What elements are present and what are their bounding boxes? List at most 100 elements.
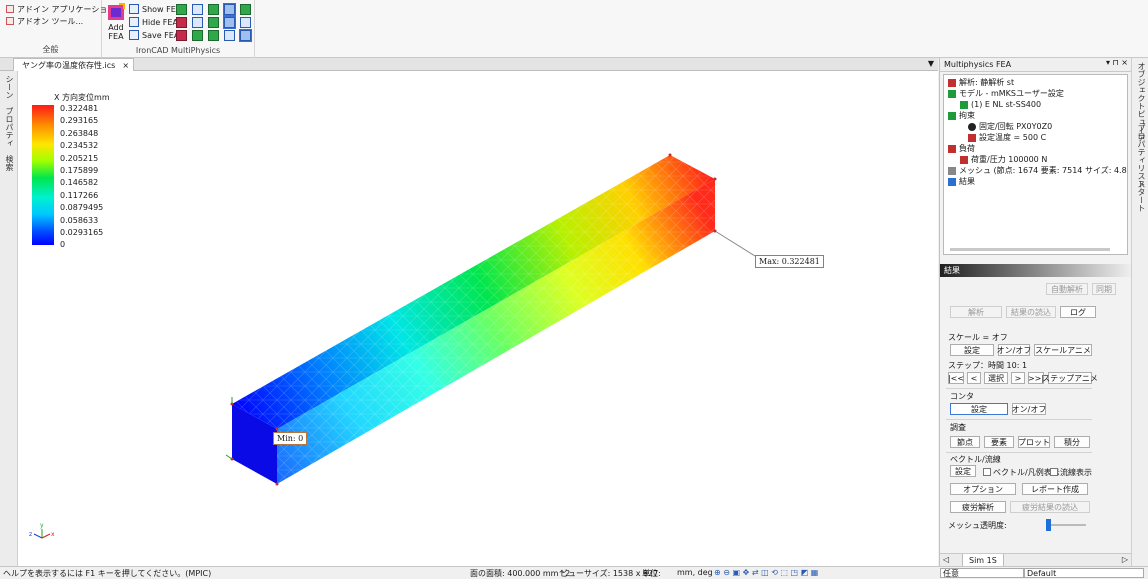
3d-viewport[interactable]: x y z [18,71,938,567]
fea-tool-icon[interactable] [176,17,187,28]
chevron-down-icon[interactable]: ▼ [928,59,934,68]
legend-value: 0.293165 [60,116,99,126]
tree-scrollbar[interactable] [950,248,1110,251]
fatigue-read-button[interactable]: 疲労結果の読込 [1010,501,1090,513]
probe-plot-button[interactable]: プロット [1018,436,1050,448]
properties-tab[interactable]: プロパティ [4,107,15,147]
tree-node-mesh[interactable]: メッシュ (節点: 1674 要素: 7514 サイズ: 4.8) mm [948,165,1127,176]
tree-node-loads[interactable]: 負荷 [948,143,975,154]
load-icon [948,144,956,153]
hide-fea-icon [129,17,139,27]
checkbox-icon [983,468,991,476]
scale-set-button[interactable]: 設定 [950,344,994,356]
axis-x-line [41,533,51,539]
probe-element-button[interactable]: 要素 [984,436,1014,448]
fea-tool-icon[interactable] [208,17,219,28]
probe-node-button[interactable]: 節点 [950,436,980,448]
scene-tab[interactable]: シーン [4,75,15,99]
left-dock-strip: シーン プロパティ 検索 [0,71,18,567]
option-button[interactable]: オプション [950,483,1016,495]
legend-value: 0.263848 [60,128,99,138]
show-fea-button[interactable]: Show FEA [129,3,181,15]
tree-node-temperature[interactable]: 設定温度 = 500 C [968,132,1046,143]
fea-tool-icon[interactable] [192,30,203,41]
streamline-checkbox[interactable]: 流線表示 [1050,467,1092,478]
mesh-transparency-track[interactable] [1046,524,1086,526]
analyze-button[interactable]: 解析 [950,306,1002,318]
vector-legend-checkbox[interactable]: ベクトル/凡例表示 [983,467,1060,478]
tree-node-part[interactable]: (1) E NL st-SS400 [960,99,1041,110]
mesh-node-marker [713,177,717,181]
tree-node-model[interactable]: モデル - mMKSユーザー設定 [948,88,1064,99]
contour-set-button[interactable]: 設定 [950,403,1008,415]
vector-label: ベクトル/流線 [950,455,1001,464]
document-tab[interactable]: ヤング率の温度依存性.ics × [13,58,135,71]
tree-node-fixed[interactable]: 固定/回転 PX0Y0Z0 [968,121,1052,132]
step-anime-button[interactable]: ステップアニメ [1042,372,1098,384]
select-mode-dropdown[interactable]: 任意 [940,568,1024,578]
step-prev-button[interactable]: < [967,372,981,384]
fatigue-analysis-button[interactable]: 疲労解析 [950,501,1006,513]
part-icon [960,100,968,109]
tree-node-constraints[interactable]: 拘束 [948,110,975,121]
addon-tools-item[interactable]: アドオン ツール... [6,15,83,27]
step-select-button[interactable]: 選択 [984,372,1008,384]
sync-button[interactable]: 同期 [1092,283,1116,295]
axis-z-line [33,533,43,539]
fea-tool-icon[interactable] [192,17,203,28]
status-toolbar-icons[interactable]: ⊕ ⊖ ▣ ✥ ⇄ ◫ ⟲ ⬚ ◳ ◩ ▦ [714,568,818,577]
fea-tree[interactable]: 解析: 静解析 st モデル - mMKSユーザー設定 (1) E NL st-… [943,74,1128,255]
fea-tool-icon[interactable] [223,16,236,29]
log-button[interactable]: ログ [1060,306,1096,318]
panel-header-buttons[interactable]: ▾ ⊓ × [1106,58,1128,67]
fea-tool-icon[interactable] [239,29,252,42]
legend-value: 0.117266 [60,190,99,200]
addon-icon [6,17,14,25]
auto-analysis-button[interactable]: 自動解析 [1046,283,1088,295]
fixed-icon [968,122,976,131]
mesh-node-marker [275,482,279,486]
read-results-button[interactable]: 結果の読込 [1006,306,1056,318]
start-tab[interactable]: スタート [1136,180,1147,212]
tab-scroll-left-icon[interactable]: ◁ [943,555,949,564]
scale-on-off-button[interactable]: オン/オフ [997,344,1031,356]
fea-tool-icon[interactable] [224,30,235,41]
addin-icon [6,5,14,13]
tree-node-results[interactable]: 結果 [948,176,975,187]
fea-tool-icon[interactable] [208,30,219,41]
hide-fea-button[interactable]: Hide FEA [129,16,178,28]
fea-tool-icon[interactable] [223,3,236,16]
search-tab[interactable]: 検索 [4,155,15,171]
fea-tool-icon[interactable] [208,4,219,15]
tab-scroll-right-icon[interactable]: ▷ [1122,555,1128,564]
panel-bottom-tabs: ◁ Sim 1S ▷ [940,553,1132,567]
fea-tool-icon[interactable] [240,4,251,15]
tree-node-load-item[interactable]: 荷重/圧力 100000 N [960,154,1047,165]
property-list-tab[interactable]: プロパティリスト [1136,124,1147,188]
tree-node-analysis[interactable]: 解析: 静解析 st [948,77,1014,88]
vector-set-button[interactable]: 設定 [950,465,976,477]
fea-tool-icon[interactable] [192,4,203,15]
report-button[interactable]: レポート作成 [1022,483,1088,495]
default-dropdown[interactable]: Default [1024,568,1144,578]
probe-integrate-button[interactable]: 積分 [1054,436,1090,448]
close-icon[interactable]: × [122,61,129,70]
mesh-transparency-label: メッシュ透明度: [948,521,1007,530]
scale-anime-button[interactable]: スケールアニメ [1034,344,1092,356]
fea-tool-icon[interactable] [240,17,251,28]
beam-top-mesh [232,155,715,429]
document-tab-title: ヤング率の温度依存性.ics [22,60,116,70]
legend-value: 0.146582 [60,178,99,188]
legend-value: 0.234532 [60,141,99,151]
step-next-button[interactable]: > [1011,372,1025,384]
fea-tool-icon[interactable] [176,4,187,15]
save-fea-button[interactable]: Save FEA [129,29,179,41]
contour-on-off-button[interactable]: オン/オフ [1012,403,1046,415]
mesh-transparency-slider[interactable] [1046,519,1051,531]
min-callout: Min: 0 [273,432,308,445]
analysis-icon [948,78,956,87]
fea-tool-icon[interactable] [176,30,187,41]
step-first-button[interactable]: |<< [948,372,964,384]
add-fea-button[interactable]: Add FEA [105,3,127,43]
step-status: ステップ：時間 10: 1 [948,361,1028,370]
